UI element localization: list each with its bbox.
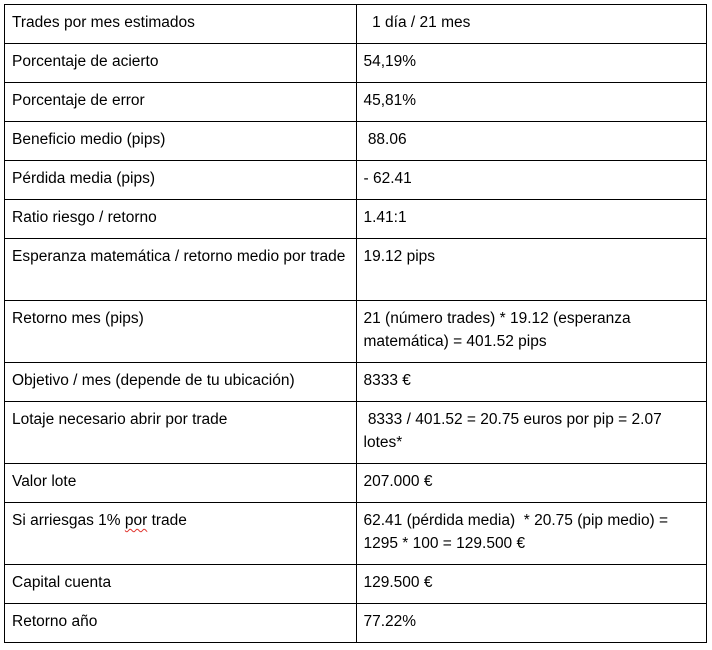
row-label: Esperanza matemática / retorno medio por… <box>4 238 357 301</box>
table-row: Retorno mes (pips) 21 (número trades) * … <box>4 300 707 363</box>
metrics-table: Trades por mes estimados 1 día / 21 mes … <box>4 4 707 643</box>
row-label: Retorno año <box>4 603 357 643</box>
row-value: 45,81% <box>355 82 707 122</box>
row-label: Pérdida media (pips) <box>4 160 357 200</box>
row-value: 54,19% <box>355 43 707 83</box>
table-row: Si arriesgas 1% por trade 62.41 (pérdida… <box>4 502 707 565</box>
row-label: Retorno mes (pips) <box>4 300 357 363</box>
row-label-start: Si arriesgas 1% <box>12 512 125 529</box>
table-row: Objetivo / mes (depende de tu ubicación)… <box>4 362 707 402</box>
row-value: 8333 / 401.52 = 20.75 euros por pip = 2.… <box>355 401 707 464</box>
row-value: 77.22% <box>355 603 707 643</box>
table-row: Valor lote 207.000 € <box>4 463 707 503</box>
row-value: - 62.41 <box>355 160 707 200</box>
row-label: Si arriesgas 1% por trade <box>4 502 357 565</box>
row-label: Porcentaje de acierto <box>4 43 357 83</box>
table-row: Retorno año 77.22% <box>4 603 707 643</box>
row-value: 1 día / 21 mes <box>355 4 707 44</box>
table-row: Lotaje necesario abrir por trade 8333 / … <box>4 401 707 464</box>
row-value: 19.12 pips <box>355 238 707 301</box>
row-value: 62.41 (pérdida media) * 20.75 (pip medio… <box>355 502 707 565</box>
row-label: Beneficio medio (pips) <box>4 121 357 161</box>
spellcheck-marked-word: por <box>124 512 148 529</box>
row-label-end: trade <box>147 512 187 529</box>
row-value: 1.41:1 <box>355 199 707 239</box>
row-value: 207.000 € <box>355 463 707 503</box>
row-label: Capital cuenta <box>4 564 357 604</box>
row-label: Lotaje necesario abrir por trade <box>4 401 357 464</box>
table-row: Trades por mes estimados 1 día / 21 mes <box>4 4 707 44</box>
table-row: Porcentaje de error 45,81% <box>4 82 707 122</box>
table-row: Esperanza matemática / retorno medio por… <box>4 238 707 301</box>
row-label: Valor lote <box>4 463 357 503</box>
row-value: 8333 € <box>355 362 707 402</box>
table-row: Ratio riesgo / retorno 1.41:1 <box>4 199 707 239</box>
row-label: Trades por mes estimados <box>4 4 357 44</box>
row-label: Porcentaje de error <box>4 82 357 122</box>
row-value: 21 (número trades) * 19.12 (esperanza ma… <box>355 300 707 363</box>
table-row: Capital cuenta 129.500 € <box>4 564 707 604</box>
table-row: Porcentaje de acierto 54,19% <box>4 43 707 83</box>
row-label: Objetivo / mes (depende de tu ubicación) <box>4 362 357 402</box>
row-value: 88.06 <box>355 121 707 161</box>
table-row: Pérdida media (pips) - 62.41 <box>4 160 707 200</box>
row-value: 129.500 € <box>355 564 707 604</box>
row-label: Ratio riesgo / retorno <box>4 199 357 239</box>
table-row: Beneficio medio (pips) 88.06 <box>4 121 707 161</box>
